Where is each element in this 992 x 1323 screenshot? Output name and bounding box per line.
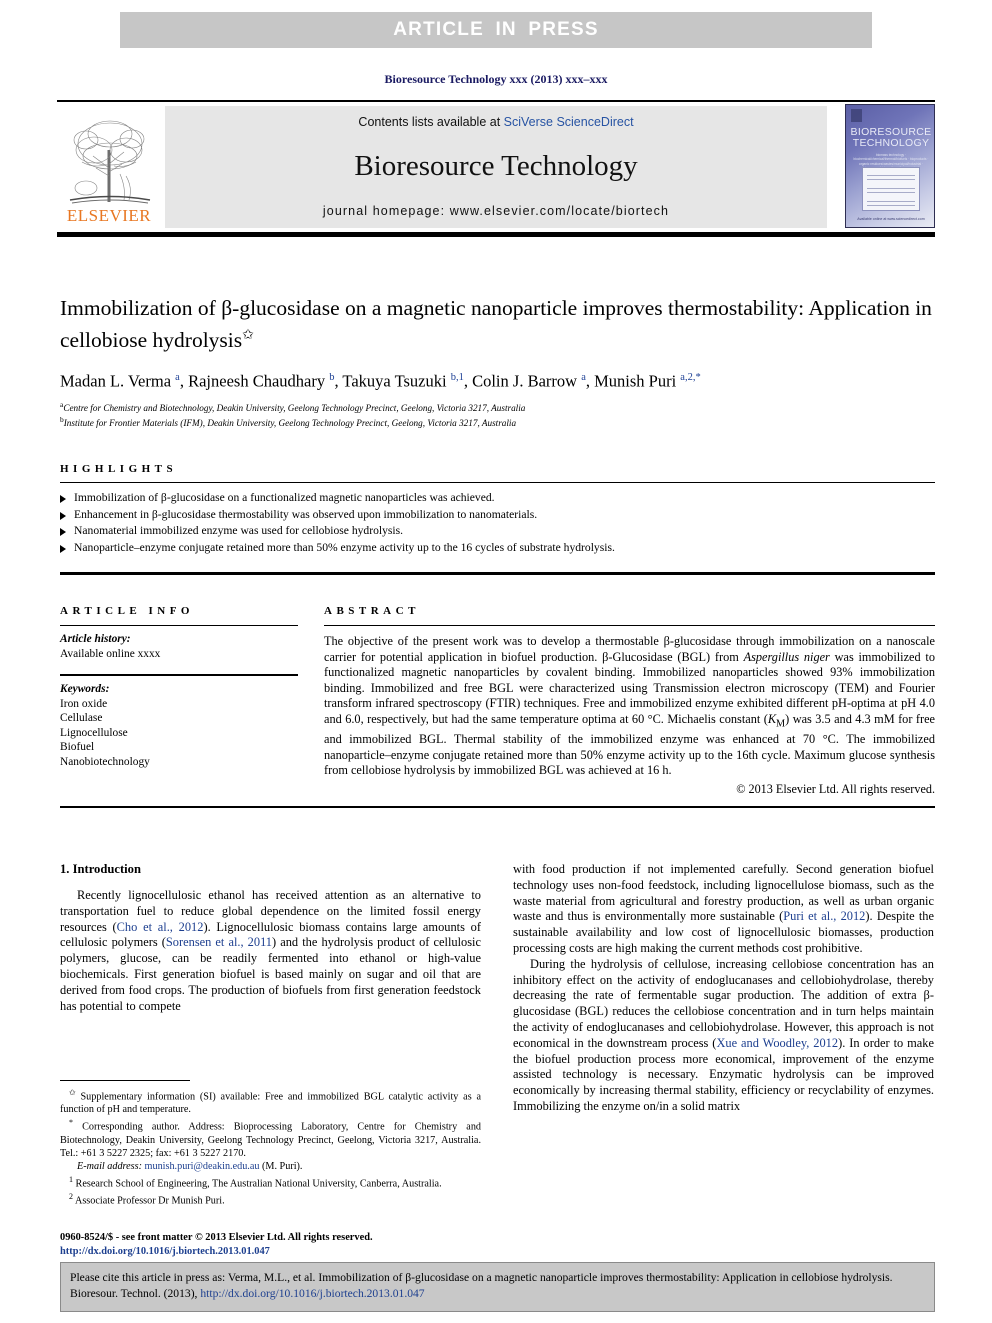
author-list: Madan L. Verma a, Rajneesh Chaudhary b, … xyxy=(60,371,701,391)
article-title-text: Immobilization of β-glucosidase on a mag… xyxy=(60,296,932,353)
highlight-text: Nanomaterial immobilized enzyme was used… xyxy=(74,524,404,537)
highlights-list: Immobilization of β-glucosidase on a fun… xyxy=(60,490,935,556)
affiliation-b: bInstitute for Frontier Materials (IFM),… xyxy=(60,414,935,429)
affiliation-a: aCentre for Chemistry and Biotechnology,… xyxy=(60,399,935,414)
article-info-top-rule xyxy=(60,625,298,626)
triangle-bullet-icon xyxy=(60,495,66,503)
abstract-copyright: © 2013 Elsevier Ltd. All rights reserved… xyxy=(736,781,935,796)
cover-elsevier-mark-icon xyxy=(851,109,862,122)
footnote-item: ✩ Supplementary information (SI) availab… xyxy=(60,1086,481,1116)
article-history-block: Article history: Available online xxxx xyxy=(60,632,298,661)
list-item: Nanomaterial immobilized enzyme was used… xyxy=(60,523,935,540)
masthead-bottom-rule xyxy=(57,232,935,237)
keyword-item: Cellulase xyxy=(60,712,103,724)
title-block: Immobilization of β-glucosidase on a mag… xyxy=(60,295,935,429)
cover-title: BIORESOURCE TECHNOLOGY xyxy=(846,127,934,149)
journal-homepage-line[interactable]: journal homepage: www.elsevier.com/locat… xyxy=(323,204,669,218)
article-history-label: Article history: xyxy=(60,633,131,645)
sciencedirect-link[interactable]: SciVerse ScienceDirect xyxy=(504,115,634,129)
journal-cover-thumbnail: BIORESOURCE TECHNOLOGY biomass technolog… xyxy=(845,104,935,228)
footnote-separator-rule xyxy=(60,1080,190,1081)
footnote-text: Research School of Engineering, The Aust… xyxy=(75,1178,442,1190)
triangle-bullet-icon xyxy=(60,528,66,536)
keyword-item: Lignocellulose xyxy=(60,726,128,739)
page-title: Immobilization of β-glucosidase on a mag… xyxy=(60,295,935,354)
article-info-column: ARTICLE INFO Article history: Available … xyxy=(60,605,298,797)
cover-title-line2: TECHNOLOGY xyxy=(852,137,930,149)
list-item: Enhancement in β-glucosidase thermostabi… xyxy=(60,507,935,524)
abstract-text: The objective of the present work was to… xyxy=(324,634,935,778)
footnote-item: * Corresponding author. Address: Bioproc… xyxy=(60,1116,481,1159)
cover-figure-panel xyxy=(862,167,920,211)
left-column: 1. Introduction Recently lignocellulosic… xyxy=(60,862,481,1115)
footnote-marker: ✩ xyxy=(69,1088,76,1097)
elsevier-logo: ELSEVIER xyxy=(60,106,158,228)
issn-copyright-block: 0960-8524/$ - see front matter © 2013 El… xyxy=(60,1231,560,1258)
footnote-marker: * xyxy=(69,1118,73,1128)
journal-article-page: ARTICLE IN PRESS Bioresource Technology … xyxy=(0,0,992,1323)
list-item: Nanoparticle–enzyme conjugate retained m… xyxy=(60,540,935,557)
journal-title: Bioresource Technology xyxy=(354,150,638,182)
contents-lists-line: Contents lists available at SciVerse Sci… xyxy=(358,115,633,129)
intro-paragraph-right-2: During the hydrolysis of cellulose, incr… xyxy=(513,956,934,1113)
cite-this-article-box: Please cite this article in press as: Ve… xyxy=(60,1262,935,1312)
footnote-item: 1 Research School of Engineering, The Au… xyxy=(60,1173,481,1190)
keyword-item: Iron oxide xyxy=(60,697,108,710)
masthead-top-rule xyxy=(57,100,935,102)
article-in-press-label: ARTICLE IN PRESS xyxy=(393,19,599,40)
title-footnote-marker: ✩ xyxy=(242,328,254,343)
highlights-top-rule xyxy=(60,482,935,483)
introduction-heading: 1. Introduction xyxy=(60,862,141,876)
info-abstract-section: ARTICLE INFO Article history: Available … xyxy=(60,605,935,808)
affiliation-b-text: Institute for Frontier Materials (IFM), … xyxy=(63,417,517,428)
issn-line: 0960-8524/$ - see front matter © 2013 El… xyxy=(60,1232,373,1243)
keywords-block: Keywords: Iron oxide Cellulase Lignocell… xyxy=(60,682,298,769)
elsevier-tree-icon xyxy=(69,120,151,204)
contents-prefix-text: Contents lists available at xyxy=(358,115,504,129)
highlight-text: Nanoparticle–enzyme conjugate retained m… xyxy=(74,540,615,554)
footnote-text: Associate Professor Dr Munish Puri. xyxy=(74,1195,225,1207)
footnote-item: 2 Associate Professor Dr Munish Puri. xyxy=(60,1190,481,1207)
triangle-bullet-icon xyxy=(60,544,66,553)
body-columns: 1. Introduction Recently lignocellulosic… xyxy=(60,862,935,1115)
highlight-text: Enhancement in β-glucosidase thermostabi… xyxy=(74,507,538,521)
footnote-email[interactable]: E-mail address: munish.puri@deakin.edu.a… xyxy=(60,1160,481,1173)
abstract-top-rule xyxy=(324,625,935,626)
article-history-value: Available online xxxx xyxy=(60,647,161,660)
highlights-label: HIGHLIGHTS xyxy=(60,463,178,475)
keyword-item: Biofuel xyxy=(60,741,95,753)
article-info-label: ARTICLE INFO xyxy=(60,605,194,617)
triangle-bullet-icon xyxy=(60,511,66,520)
journal-reference-line: Bioresource Technology xxx (2013) xxx–xx… xyxy=(384,72,608,86)
footnotes-block: ✩ Supplementary information (SI) availab… xyxy=(60,1080,481,1208)
cover-footer-text: Available online at www.sciencedirect.co… xyxy=(857,217,925,221)
intro-paragraph-right-1: with food production if not implemented … xyxy=(513,862,934,955)
abstract-label: ABSTRACT xyxy=(324,605,420,617)
cite-doi-link[interactable]: http://dx.doi.org/10.1016/j.biortech.201… xyxy=(200,1287,424,1300)
article-info-mid-rule xyxy=(60,674,298,676)
journal-masthead: ELSEVIER Contents lists available at Sci… xyxy=(57,100,935,237)
affiliation-list: aCentre for Chemistry and Biotechnology,… xyxy=(60,399,935,429)
abstract-column: ABSTRACT The objective of the present wo… xyxy=(324,605,935,797)
highlight-text: Immobilization of β-glucosidase on a fun… xyxy=(74,491,495,504)
doi-link[interactable]: http://dx.doi.org/10.1016/j.biortech.201… xyxy=(60,1245,560,1259)
highlights-bottom-rule xyxy=(60,572,935,575)
intro-paragraph-left: Recently lignocellulosic ethanol has rec… xyxy=(60,888,481,1013)
highlights-section: HIGHLIGHTS Immobilization of β-glucosida… xyxy=(60,463,935,575)
footnote-marker: 1 xyxy=(69,1174,73,1184)
affiliation-a-text: Centre for Chemistry and Biotechnology, … xyxy=(63,402,526,413)
keyword-item: Nanobiotechnology xyxy=(60,755,150,768)
footnote-text: Corresponding author. Address: Bioproces… xyxy=(60,1121,482,1159)
elsevier-wordmark: ELSEVIER xyxy=(66,206,152,225)
abstract-bottom-rule xyxy=(60,805,935,808)
masthead-center-panel: Contents lists available at SciVerse Sci… xyxy=(165,106,827,228)
cite-text: Please cite this article in press as: Ve… xyxy=(70,1271,893,1300)
right-column: with food production if not implemented … xyxy=(513,862,934,1115)
keywords-label: Keywords: xyxy=(60,683,110,695)
article-in-press-banner: ARTICLE IN PRESS xyxy=(120,12,872,48)
footnote-marker: 2 xyxy=(69,1192,73,1202)
footnote-text: Supplementary information (SI) available… xyxy=(60,1091,481,1116)
list-item: Immobilization of β-glucosidase on a fun… xyxy=(60,490,935,507)
